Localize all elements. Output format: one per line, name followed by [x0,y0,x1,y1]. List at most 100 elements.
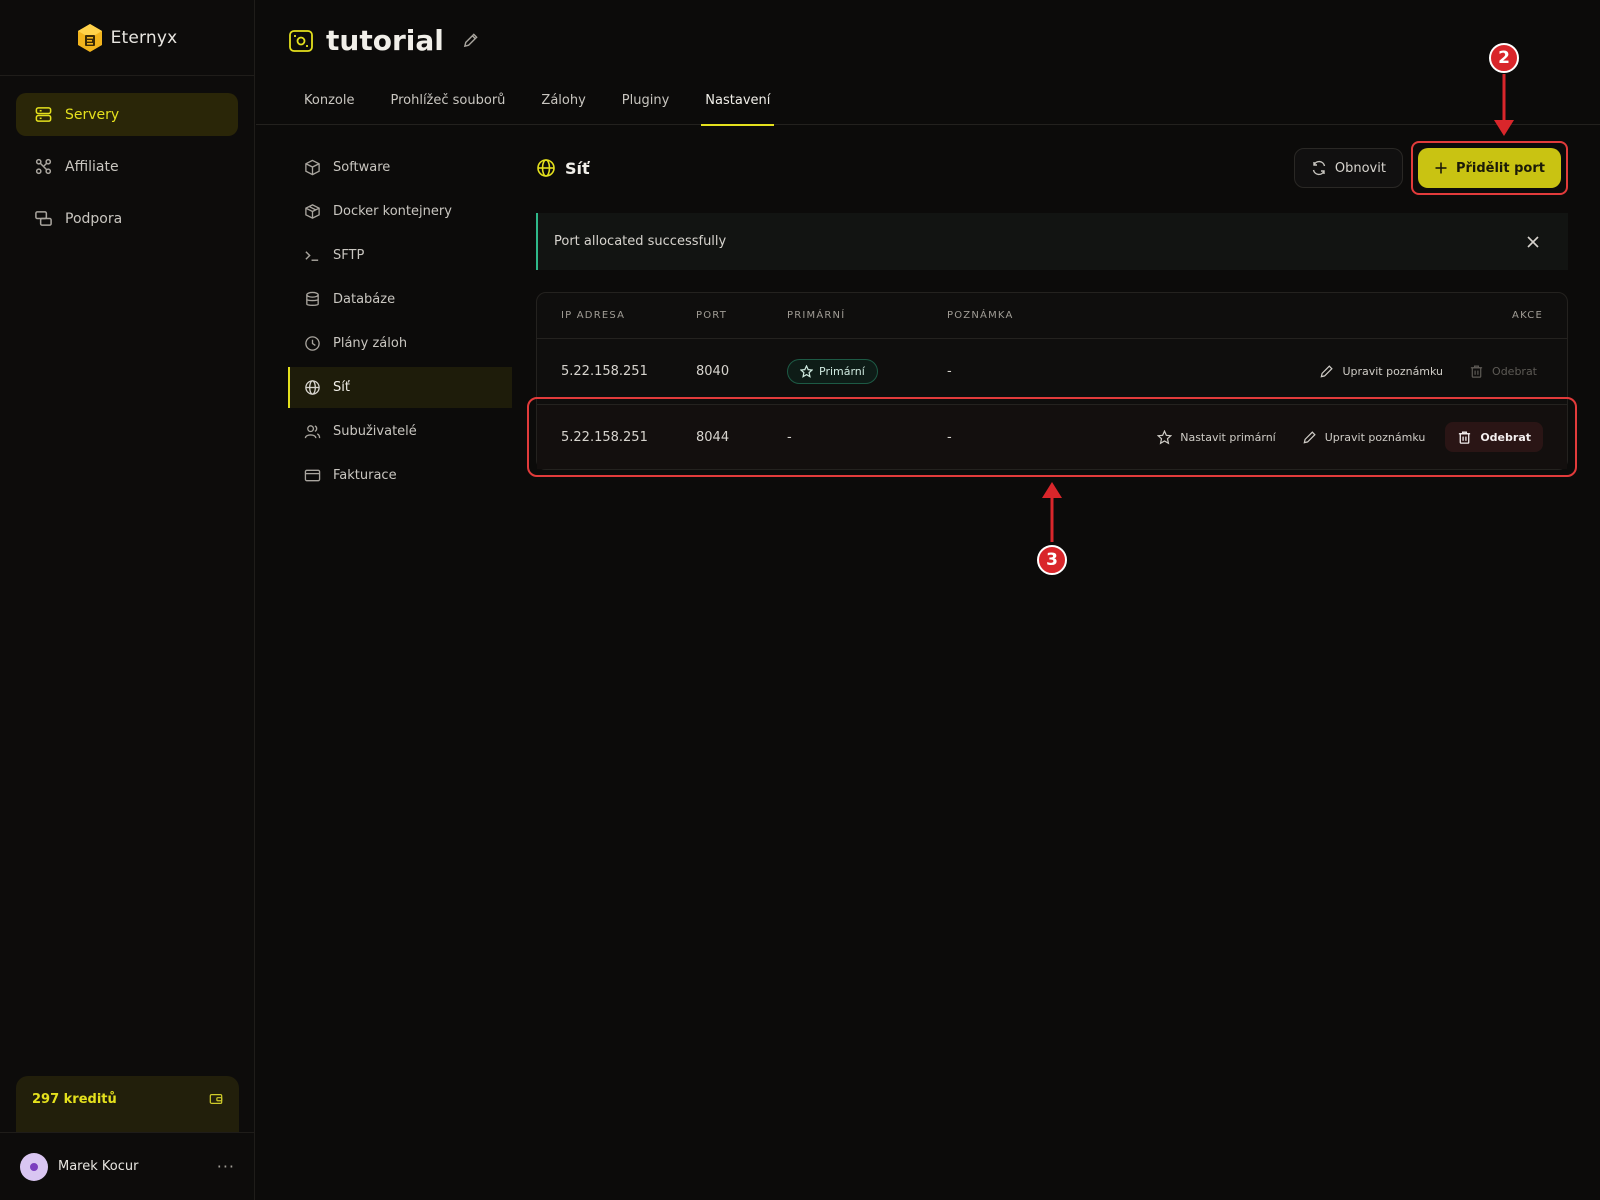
settings-item-label: Plány záloh [333,336,408,351]
settings-item-subusers[interactable]: Subuživatelé [288,411,512,452]
settings-item-label: Síť [333,380,350,395]
primary-cell: Primární [787,359,947,384]
more-options-icon[interactable]: ··· [217,1157,235,1176]
port-cell: 8044 [696,429,730,445]
settings-item-label: SFTP [333,248,365,263]
tab-plugins[interactable]: Pluginy [604,84,688,125]
server-settings-icon [289,29,313,52]
settings-item-label: Databáze [333,292,396,307]
settings-item-software[interactable]: Software [288,147,512,188]
edit-note-label: Upravit poznámku [1342,365,1444,378]
column-header-note: POZNÁMKA [947,310,1014,321]
sidebar-item-servery[interactable]: Servery [16,93,238,136]
package-icon [305,159,320,176]
settings-menu: Software Docker kontejnery SFTP Databáze… [288,147,512,499]
table-row: 5.22.158.251 8040 Primární - Upravit poz… [537,339,1567,404]
credits-card[interactable]: 297 kreditů [16,1076,239,1132]
affiliate-icon [35,158,52,175]
sidebar-item-label: Affiliate [65,158,119,175]
ports-table: IP ADRESA PORT PRIMÁRNÍ POZNÁMKA AKCE 5.… [536,292,1568,470]
credit-card-icon [304,469,321,482]
settings-item-backup-plans[interactable]: Plány záloh [288,323,512,364]
globe-icon [305,380,320,395]
allocate-port-button[interactable]: Přidělit port [1417,148,1561,188]
edit-title-icon[interactable] [462,32,479,49]
section-title: Síť [536,158,590,178]
sidebar-item-podpora[interactable]: Podpora [16,197,238,240]
trash-icon [1470,365,1483,378]
annotation-arrow-up-icon [1042,482,1062,542]
wallet-icon[interactable] [209,1092,223,1106]
network-header: Síť Obnovit Přidělit port [536,141,1568,195]
settings-item-sftp[interactable]: SFTP [288,235,512,276]
support-icon [35,211,52,226]
settings-item-label: Subuživatelé [333,424,417,439]
settings-item-network[interactable]: Síť [288,367,512,408]
close-icon[interactable] [1526,235,1540,249]
refresh-label: Obnovit [1334,160,1386,176]
credits-label: 297 kreditů [32,1092,117,1107]
server-tabs: Konzole Prohlížeč souborů Zálohy Pluginy… [256,84,1600,126]
globe-icon [537,159,555,177]
star-icon [1157,429,1173,445]
eternyx-logo-icon [77,23,102,52]
page-title: tutorial [326,24,444,57]
star-icon [800,365,813,378]
alert-message: Port allocated successfully [554,234,727,249]
tab-file-browser[interactable]: Prohlížeč souborů [372,84,523,125]
set-primary-button[interactable]: Nastavit primární [1151,422,1282,452]
edit-note-button[interactable]: Upravit poznámku [1296,422,1432,452]
actions-cell: Nastavit primární Upravit poznámku Odebr… [1151,422,1567,452]
column-header-ip: IP ADRESA [561,310,626,321]
remove-label: Odebrat [1492,365,1537,378]
remove-button[interactable]: Odebrat [1445,422,1543,452]
annotation-marker-3: 3 [1037,545,1067,575]
edit-note-button[interactable]: Upravit poznámku [1313,357,1449,387]
primary-cell: - [787,429,792,445]
primary-badge: Primární [787,359,878,384]
server-icon [35,107,52,122]
port-cell: 8040 [696,364,730,379]
set-primary-label: Nastavit primární [1180,430,1276,444]
table-row: 5.22.158.251 8044 - - Nastavit primární [537,404,1567,469]
settings-item-databases[interactable]: Databáze [288,279,512,320]
sidebar-item-affiliate[interactable]: Affiliate [16,145,238,188]
terminal-icon [305,251,319,261]
settings-item-docker[interactable]: Docker kontejnery [288,191,512,232]
tab-backups[interactable]: Zálohy [523,84,603,125]
table-header: IP ADRESA PORT PRIMÁRNÍ POZNÁMKA AKCE [537,293,1567,339]
avatar [20,1152,48,1181]
ip-cell: 5.22.158.251 [561,429,648,445]
settings-item-label: Docker kontejnery [333,204,452,219]
remove-button-disabled[interactable]: Odebrat [1463,357,1543,387]
actions-cell: Upravit poznámku Odebrat [1313,357,1567,387]
server-header: tutorial [288,24,479,57]
allocate-highlight: Přidělit port [1410,141,1568,195]
annotation-marker-2: 2 [1489,43,1519,73]
tab-konzole[interactable]: Konzole [286,84,372,125]
column-header-primary: PRIMÁRNÍ [787,310,846,321]
note-cell: - [947,429,952,445]
pencil-icon [1303,430,1316,443]
user-profile[interactable]: Marek Kocur ··· [0,1132,255,1200]
main-nav: Servery Affiliate Podpora [0,76,254,240]
network-section: Síť Obnovit Přidělit port Port allocated… [536,141,1568,470]
ip-cell: 5.22.158.251 [561,364,648,379]
header-actions: Obnovit Přidělit port [1293,141,1568,195]
refresh-icon [1312,160,1326,176]
sidebar: Eternyx Servery Affiliate Podpora 297 kr… [0,0,255,1200]
main-content: tutorial Konzole Prohlížeč souborů Záloh… [256,0,1600,1200]
success-alert: Port allocated successfully [536,213,1568,270]
pencil-icon [1320,365,1334,378]
database-icon [306,291,319,306]
primary-badge-label: Primární [819,365,865,378]
tab-settings[interactable]: Nastavení [687,84,788,126]
column-header-port: PORT [696,310,728,321]
brand[interactable]: Eternyx [0,0,254,76]
settings-item-billing[interactable]: Fakturace [288,455,512,496]
column-header-actions: AKCE [1512,310,1543,321]
allocate-port-label: Přidělit port [1455,160,1545,176]
settings-item-label: Fakturace [333,468,397,483]
refresh-button[interactable]: Obnovit [1293,148,1403,188]
remove-label: Odebrat [1480,430,1531,444]
